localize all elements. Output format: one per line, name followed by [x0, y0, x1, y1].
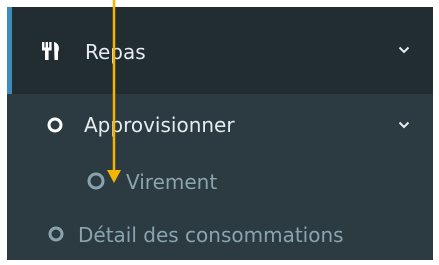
circle-outline-icon: [47, 117, 63, 133]
circle-outline-icon: [48, 226, 64, 242]
menu-item-approvisionner-label: Approvisionner: [84, 113, 235, 137]
menu-item-approvisionner[interactable]: Approvisionner: [7, 94, 433, 156]
sidebar-menu: Repas Approvisionner Virement Détail des…: [7, 7, 433, 260]
chevron-down-icon[interactable]: [398, 46, 410, 54]
circle-outline-icon: [87, 172, 105, 190]
menu-item-detail-consommations[interactable]: Détail des consommations: [7, 208, 433, 260]
menu-item-virement-label: Virement: [126, 170, 218, 194]
menu-item-repas-label: Repas: [85, 40, 146, 64]
menu-item-repas[interactable]: Repas: [7, 7, 433, 94]
chevron-down-icon[interactable]: [398, 121, 410, 129]
menu-item-detail-consommations-label: Détail des consommations: [78, 223, 344, 247]
menu-item-virement[interactable]: Virement: [7, 156, 433, 208]
cutlery-icon: [42, 42, 59, 60]
